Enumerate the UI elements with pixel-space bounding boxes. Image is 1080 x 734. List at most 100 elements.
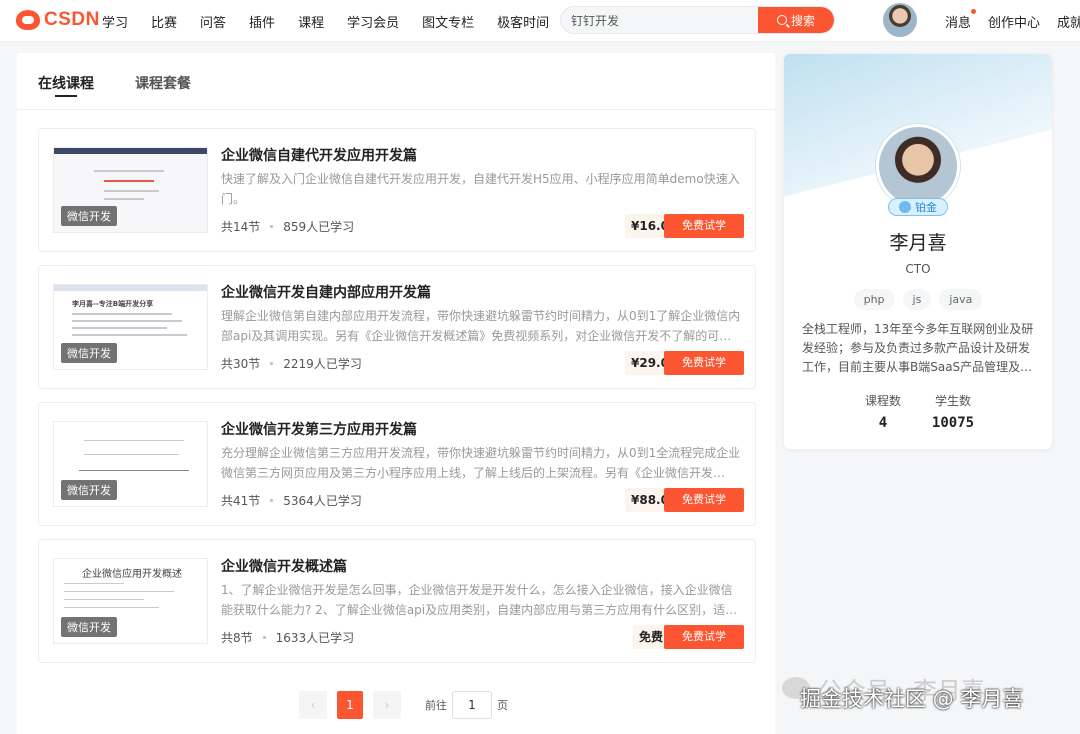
skill-tag[interactable]: java xyxy=(939,289,983,310)
thumb-line xyxy=(104,190,159,192)
nav-item-columns[interactable]: 图文专栏 xyxy=(422,12,474,31)
nav-item-study[interactable]: 学习 xyxy=(102,12,128,31)
meta-separator xyxy=(270,499,274,502)
lesson-count: 共41节 xyxy=(221,494,261,508)
free-trial-button[interactable]: 免费试学 xyxy=(664,625,744,649)
page-number-current[interactable]: 1 xyxy=(337,691,363,719)
course-description: 快速了解及入门企业微信自建代开发应用开发，自建代开发H5应用、小程序应用简单de… xyxy=(221,172,740,206)
search-input[interactable] xyxy=(561,7,761,33)
thumb-header xyxy=(54,148,207,154)
course-title[interactable]: 企业微信自建代开发应用开发篇 xyxy=(221,145,417,165)
course-description: 理解企业微信第自建内部应用开发流程，带你快速避坑躲雷节约时间精力，从0到1了解企… xyxy=(221,309,741,343)
author-bio: 全栈工程师，13年至今多年互联网创业及研发经验；参与及负责过多款产品设计及研发工… xyxy=(802,322,1034,374)
author-stats: 课程数 4 学生数 10075 xyxy=(784,392,1052,431)
thumb-line xyxy=(84,440,184,441)
author-avatar[interactable] xyxy=(876,124,960,208)
lesson-count: 共30节 xyxy=(221,357,261,371)
creator-center-link[interactable]: 创作中心 xyxy=(988,12,1040,31)
search-button[interactable]: 搜索 xyxy=(758,7,834,33)
course-thumbnail: 微信开发 xyxy=(53,421,208,507)
stat-students: 学生数 10075 xyxy=(918,392,988,431)
course-thumbnail: 李月喜--专注B端开发分享 微信开发 xyxy=(53,284,208,370)
lesson-count: 共14节 xyxy=(221,220,261,234)
course-tag: 微信开发 xyxy=(61,480,117,500)
course-tag: 微信开发 xyxy=(61,617,117,637)
skill-tag[interactable]: php xyxy=(853,289,895,310)
nav-item-membership[interactable]: 学习会员 xyxy=(347,12,399,31)
nav-item-courses[interactable]: 课程 xyxy=(298,12,324,31)
csdn-logo-icon xyxy=(16,10,40,30)
stat-value: 10075 xyxy=(931,415,975,431)
top-navbar: CSDN 学习 比赛 问答 插件 课程 学习会员 图文专栏 极客时间 搜索 消息… xyxy=(0,0,1080,42)
top-right-links: 消息 创作中心 成就 xyxy=(945,0,1080,42)
course-meta: 共41节 5364人已学习 xyxy=(221,492,362,509)
thumb-line xyxy=(64,583,124,584)
skill-tags: php js java xyxy=(784,289,1052,310)
search-icon xyxy=(776,15,787,25)
free-trial-button[interactable]: 免费试学 xyxy=(664,488,744,512)
course-list-panel: 在线课程 课程套餐 微信开发 企业微信自建代开发应用开发篇 快速了解及入门企业微… xyxy=(17,53,775,734)
course-thumbnail: 微信开发 xyxy=(53,147,208,233)
tab-online-courses[interactable]: 在线课程 xyxy=(38,73,94,93)
thumb-line xyxy=(84,454,179,455)
thumb-line xyxy=(64,591,174,592)
thumb-title: 李月喜--专注B端开发分享 xyxy=(72,300,154,308)
badge-label: 铂金 xyxy=(915,201,937,214)
meta-separator xyxy=(262,636,266,639)
free-trial-button[interactable]: 免费试学 xyxy=(664,214,744,238)
thumb-line xyxy=(94,170,164,172)
badge-icon xyxy=(899,201,911,213)
achievements-link[interactable]: 成就 xyxy=(1057,12,1080,31)
course-description: 充分理解企业微信第三方应用开发流程，带你快速避坑躲雷节约时间精力，从0到1全流程… xyxy=(221,446,741,480)
course-title[interactable]: 企业微信开发自建内部应用开发篇 xyxy=(221,282,431,302)
active-tab-indicator xyxy=(55,95,77,97)
csdn-logo[interactable]: CSDN xyxy=(16,8,100,32)
watermark-line2: 掘金技术社区 @ 李月喜 xyxy=(800,687,1024,711)
meta-separator xyxy=(270,362,274,365)
thumb-header xyxy=(54,285,207,291)
course-tag: 微信开发 xyxy=(61,206,117,226)
messages-link[interactable]: 消息 xyxy=(945,8,977,31)
free-trial-button[interactable]: 免费试学 xyxy=(664,351,744,375)
nav-item-plugins[interactable]: 插件 xyxy=(249,12,275,31)
thumb-line xyxy=(72,313,172,315)
course-card[interactable]: 微信开发 企业微信开发第三方应用开发篇 充分理解企业微信第三方应用开发流程，带你… xyxy=(38,402,756,526)
search-button-label: 搜索 xyxy=(790,13,815,28)
course-meta: 共14节 859人已学习 xyxy=(221,218,354,235)
skill-tag[interactable]: js xyxy=(902,289,932,310)
stat-value: 4 xyxy=(878,415,888,431)
thumb-line xyxy=(79,470,189,471)
thumb-line xyxy=(72,320,182,322)
thumb-line xyxy=(64,599,144,600)
next-page-button[interactable]: › xyxy=(373,691,401,719)
tab-course-bundles[interactable]: 课程套餐 xyxy=(135,73,191,93)
stat-label: 学生数 xyxy=(934,394,971,408)
goto-label: 前往 xyxy=(425,699,447,712)
course-card[interactable]: 李月喜--专注B端开发分享 微信开发 企业微信开发自建内部应用开发篇 理解企业微… xyxy=(38,265,756,389)
learner-count: 2219人已学习 xyxy=(283,357,362,371)
logo-text: CSDN xyxy=(44,9,100,30)
pagination: ‹ 1 › 前往 页 xyxy=(299,691,508,719)
goto-page-input[interactable] xyxy=(452,691,492,719)
main-nav: 学习 比赛 问答 插件 课程 学习会员 图文专栏 极客时间 xyxy=(102,0,572,42)
level-badge: 铂金 xyxy=(888,198,948,216)
meta-separator xyxy=(270,225,274,228)
author-name[interactable]: 李月喜 xyxy=(784,228,1052,255)
nav-item-geektime[interactable]: 极客时间 xyxy=(497,12,549,31)
page-unit-label: 页 xyxy=(497,699,508,712)
prev-page-button[interactable]: ‹ xyxy=(299,691,327,719)
stat-courses: 课程数 4 xyxy=(848,392,918,431)
course-meta: 共8节 1633人已学习 xyxy=(221,629,354,646)
learner-count: 5364人已学习 xyxy=(283,494,362,508)
stat-label: 课程数 xyxy=(864,394,901,408)
course-title[interactable]: 企业微信开发概述篇 xyxy=(221,556,347,576)
user-avatar[interactable] xyxy=(883,3,917,37)
nav-item-contest[interactable]: 比赛 xyxy=(151,12,177,31)
learner-count: 1633人已学习 xyxy=(275,631,355,645)
course-title[interactable]: 企业微信开发第三方应用开发篇 xyxy=(221,419,417,439)
messages-label: 消息 xyxy=(945,15,972,31)
course-card[interactable]: 企业微信应用开发概述 微信开发 企业微信开发概述篇 1、了解企业微信开发是怎么回… xyxy=(38,539,756,663)
nav-item-qa[interactable]: 问答 xyxy=(200,12,226,31)
course-card[interactable]: 微信开发 企业微信自建代开发应用开发篇 快速了解及入门企业微信自建代开发应用开发… xyxy=(38,128,756,252)
course-thumbnail: 企业微信应用开发概述 微信开发 xyxy=(53,558,208,644)
